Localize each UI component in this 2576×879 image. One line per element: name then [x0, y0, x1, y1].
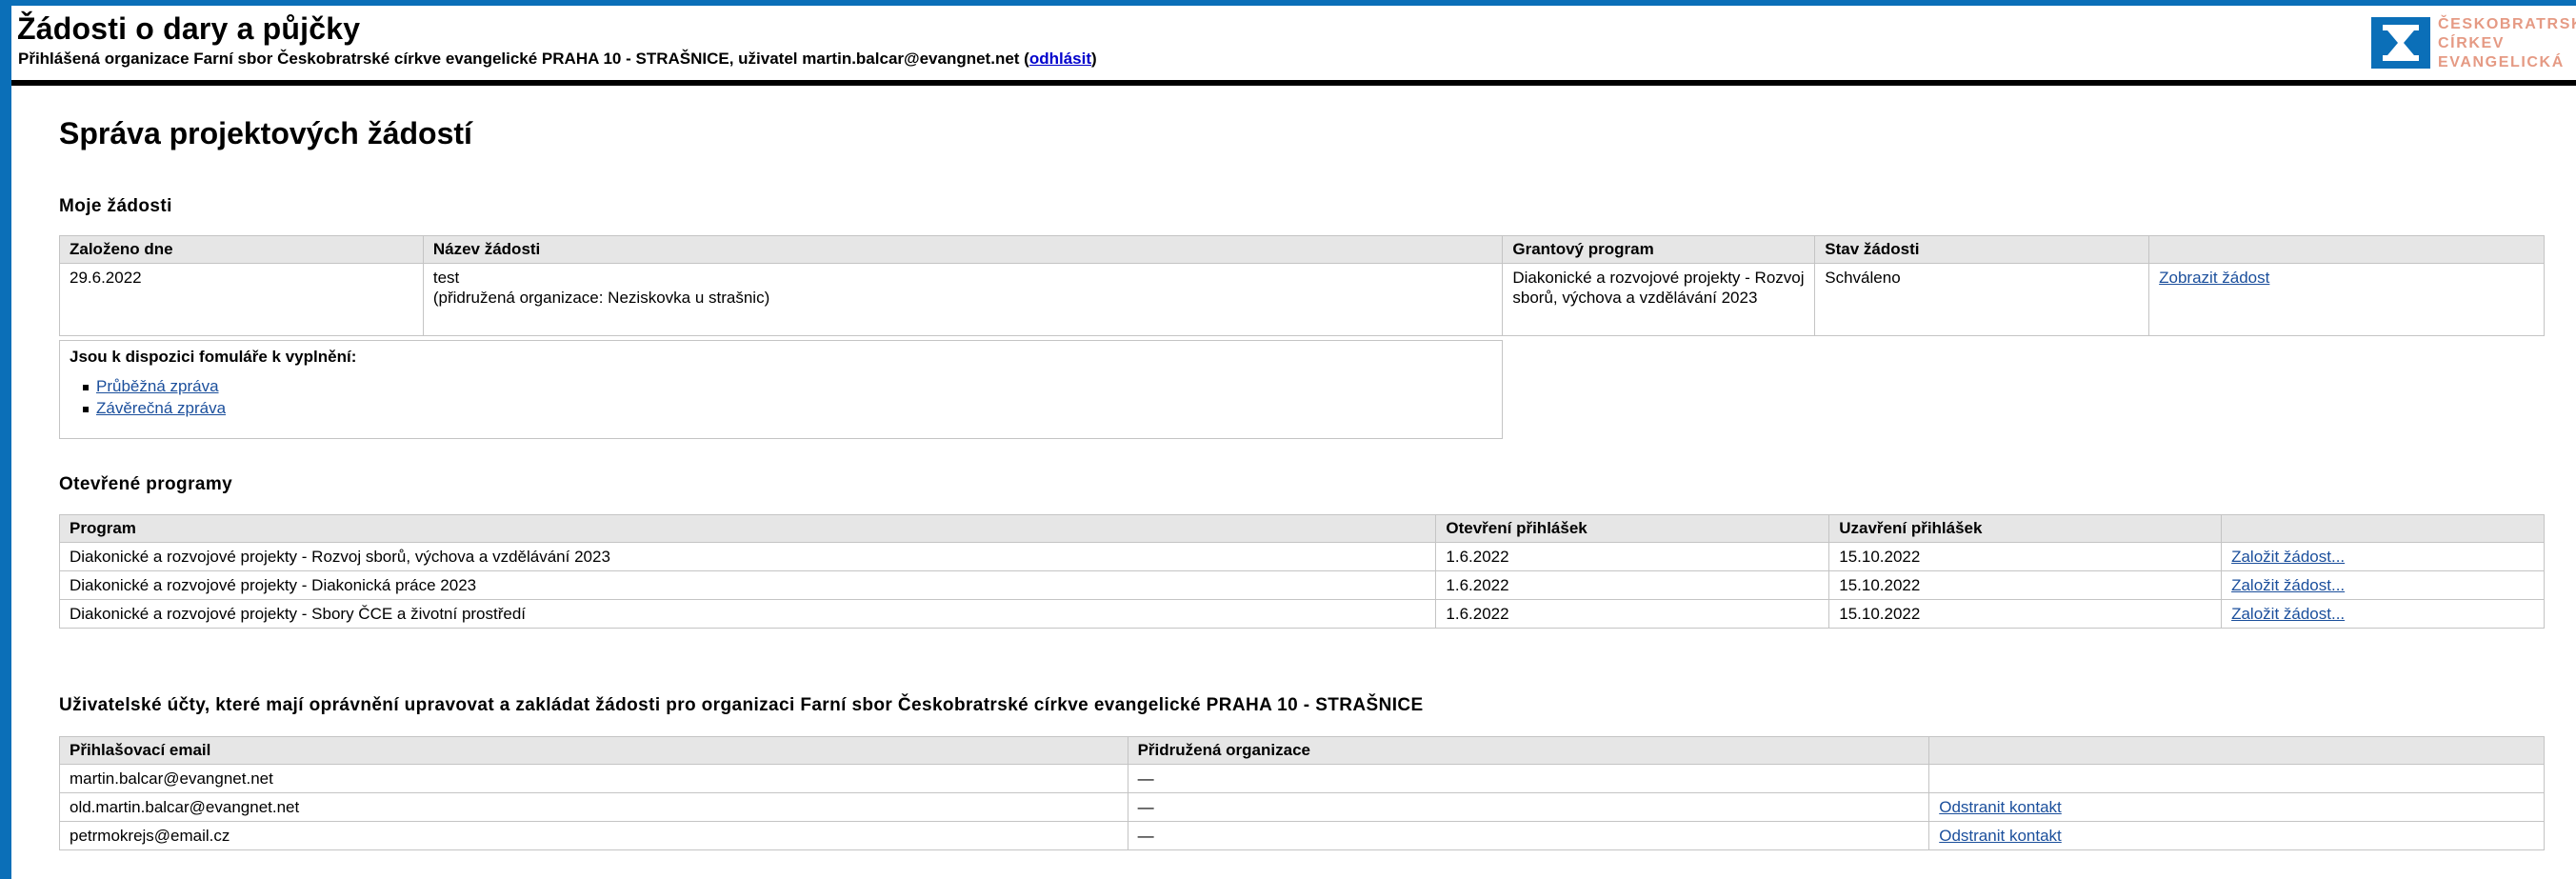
church-logo-icon — [2371, 17, 2430, 69]
create-request-link[interactable]: Založit žádost... — [2231, 605, 2345, 623]
program-name: Diakonické a rozvojové projekty - Diakon… — [58, 570, 1437, 600]
program-close-date: 15.10.2022 — [1828, 542, 2223, 571]
login-text: Přihlášená organizace Farní sbor Českobr… — [18, 50, 1029, 68]
logout-link[interactable]: odhlásit — [1029, 50, 1091, 68]
logo-line: EVANGELICKÁ — [2438, 54, 2565, 70]
program-action-cell: Založit žádost... — [2221, 570, 2545, 600]
account-action-cell: Odstranit kontakt — [1928, 821, 2545, 850]
table-header-row: Přihlašovací email Přidružená organizace — [59, 736, 2545, 765]
column-header: Stav žádosti — [1814, 235, 2150, 264]
request-action-cell: Zobrazit žádost — [2148, 263, 2545, 336]
open-programs-title: Otevřené programy — [59, 474, 233, 494]
logo-line: ČESKOBRATRSKÁ — [2438, 16, 2576, 32]
available-forms-heading: Jsou k dispozici fomuláře k vyplnění: — [70, 348, 357, 366]
column-header — [2221, 514, 2545, 543]
account-org: — — [1127, 792, 1930, 822]
column-header: Založeno dne — [59, 235, 424, 264]
table-row: Diakonické a rozvojové projekty - Sbory … — [58, 599, 2545, 629]
column-header: Název žádosti — [422, 235, 1504, 264]
request-name-cell: test (přidružená organizace: Neziskovka … — [422, 263, 1504, 336]
account-email: old.martin.balcar@evangnet.net — [59, 792, 1128, 822]
request-status: Schváleno — [1814, 263, 2150, 336]
interim-report-link[interactable]: Průběžná zpráva — [96, 377, 219, 395]
program-open-date: 1.6.2022 — [1435, 542, 1830, 571]
logo-line: CÍRKEV — [2438, 35, 2506, 51]
create-request-link[interactable]: Založit žádost... — [2231, 548, 2345, 566]
left-frame-border — [0, 0, 11, 879]
account-email: petrmokrejs@email.cz — [59, 821, 1128, 850]
my-requests-table: Založeno dne Název žádosti Grantový prog… — [59, 235, 2545, 336]
page-header: Žádosti o dary a půjčky Přihlášená organ… — [11, 6, 2576, 86]
request-program: Diakonické a rozvojové projekty - Rozvoj… — [1502, 263, 1816, 336]
church-logo: ČESKOBRATRSKÁ CÍRKEV EVANGELICKÁ — [2362, 11, 2576, 74]
table-header-row: Založeno dne Název žádosti Grantový prog… — [59, 235, 2545, 264]
program-open-date: 1.6.2022 — [1435, 599, 1830, 629]
available-forms-list: Průběžná zpráva Závěrečná zpráva — [83, 375, 226, 419]
request-name: test — [432, 269, 460, 287]
list-item: Závěrečná zpráva — [83, 397, 226, 419]
bullet-icon — [83, 406, 89, 412]
logo-wordmark: ČESKOBRATRSKÁ CÍRKEV EVANGELICKÁ — [2438, 15, 2576, 72]
available-forms-box: Jsou k dispozici fomuláře k vyplnění: Pr… — [59, 340, 1503, 439]
table-row: martin.balcar@evangnet.net — — [59, 764, 2545, 793]
page-title: Správa projektových žádostí — [59, 116, 472, 150]
program-close-date: 15.10.2022 — [1828, 570, 2223, 600]
view-request-link[interactable]: Zobrazit žádost — [2159, 269, 2269, 287]
account-action-cell — [1928, 764, 2545, 793]
user-accounts-table: Přihlašovací email Přidružená organizace… — [59, 736, 2545, 850]
program-action-cell: Založit žádost... — [2221, 542, 2545, 571]
column-header — [1928, 736, 2545, 765]
remove-contact-link[interactable]: Odstranit kontakt — [1939, 827, 2062, 845]
table-header-row: Program Otevření přihlášek Uzavření přih… — [58, 514, 2545, 543]
column-header: Přihlašovací email — [59, 736, 1128, 765]
account-email: martin.balcar@evangnet.net — [59, 764, 1128, 793]
program-name: Diakonické a rozvojové projekty - Rozvoj… — [58, 542, 1437, 571]
app-title: Žádosti o dary a půjčky — [17, 11, 361, 46]
login-suffix: ) — [1091, 50, 1097, 68]
request-date: 29.6.2022 — [59, 263, 424, 336]
open-programs-table: Program Otevření přihlášek Uzavření přih… — [58, 514, 2545, 629]
account-org: — — [1127, 821, 1930, 850]
login-info: Přihlášená organizace Farní sbor Českobr… — [18, 50, 1097, 69]
column-header: Uzavření přihlášek — [1828, 514, 2223, 543]
column-header: Otevření přihlášek — [1435, 514, 1830, 543]
account-action-cell: Odstranit kontakt — [1928, 792, 2545, 822]
program-action-cell: Založit žádost... — [2221, 599, 2545, 629]
program-close-date: 15.10.2022 — [1828, 599, 2223, 629]
final-report-link[interactable]: Závěrečná zpráva — [96, 399, 226, 417]
column-header: Přidružená organizace — [1127, 736, 1930, 765]
program-open-date: 1.6.2022 — [1435, 570, 1830, 600]
request-name-note: (přidružená organizace: Neziskovka u str… — [432, 289, 770, 307]
my-requests-title: Moje žádosti — [59, 196, 172, 216]
table-row: Diakonické a rozvojové projekty - Diakon… — [58, 570, 2545, 600]
table-row: Diakonické a rozvojové projekty - Rozvoj… — [58, 542, 2545, 571]
list-item: Průběžná zpráva — [83, 375, 226, 397]
column-header — [2148, 235, 2545, 264]
column-header: Program — [58, 514, 1437, 543]
table-row: old.martin.balcar@evangnet.net — Odstran… — [59, 792, 2545, 822]
table-row: 29.6.2022 test (přidružená organizace: N… — [59, 263, 2545, 336]
remove-contact-link[interactable]: Odstranit kontakt — [1939, 798, 2062, 816]
user-accounts-title: Uživatelské účty, které mají oprávnění u… — [59, 695, 1424, 715]
table-row: petrmokrejs@email.cz — Odstranit kontakt — [59, 821, 2545, 850]
account-org: — — [1127, 764, 1930, 793]
create-request-link[interactable]: Založit žádost... — [2231, 576, 2345, 594]
column-header: Grantový program — [1502, 235, 1816, 264]
program-name: Diakonické a rozvojové projekty - Sbory … — [58, 599, 1437, 629]
bullet-icon — [83, 384, 89, 390]
